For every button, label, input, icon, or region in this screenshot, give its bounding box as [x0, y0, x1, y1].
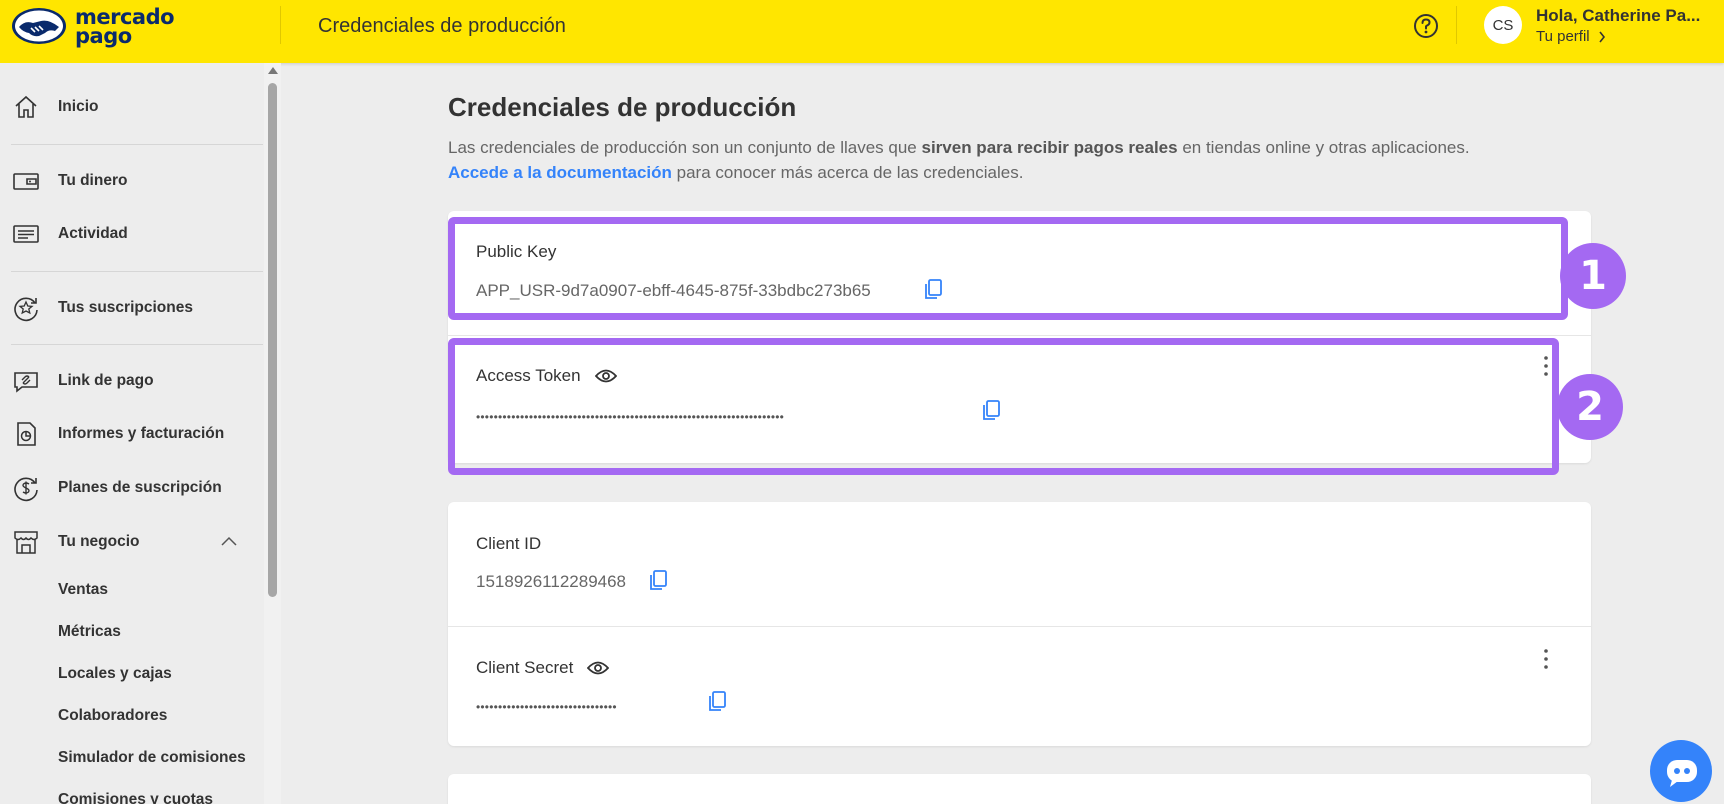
sidebar-item-label: Tu dinero: [58, 172, 128, 189]
logo-text: mercado pago: [75, 5, 175, 48]
divider: [1456, 6, 1457, 44]
chevron-up-icon[interactable]: [221, 536, 237, 546]
profile-link-label: Tu perfil: [1536, 28, 1590, 45]
wallet-icon: [13, 173, 39, 190]
sidebar-item-tu-negocio[interactable]: Tu negocio: [0, 522, 265, 562]
divider: [11, 144, 263, 145]
divider: [280, 6, 281, 44]
top-bar: mercado pago Credenciales de producción …: [0, 0, 1724, 63]
chat-button[interactable]: [1650, 740, 1712, 802]
client-credentials-card: Client ID 1518926112289468 Client Secret…: [448, 502, 1591, 746]
home-icon: [15, 95, 37, 118]
dollar-refresh-icon: [14, 477, 38, 502]
eye-icon[interactable]: [587, 660, 610, 676]
star-refresh-icon: [14, 297, 38, 322]
sidebar-item-inicio[interactable]: Inicio: [0, 87, 265, 127]
sidebar-item-informes[interactable]: Informes y facturación: [0, 414, 265, 454]
sidebar-item-label: Planes de suscripción: [58, 479, 222, 496]
sidebar-item-tus-suscripciones[interactable]: Tus suscripciones: [0, 288, 265, 328]
sidebar-item-label: Inicio: [58, 98, 99, 115]
sidebar-subitem-colaboradores[interactable]: Colaboradores: [58, 707, 167, 725]
page-title: Credenciales de producción: [448, 92, 797, 122]
divider: [448, 335, 1591, 336]
chat-bot-icon: [1667, 760, 1697, 787]
client-secret-value: ••••••••••••••••••••••••••••••••: [476, 700, 617, 714]
sidebar-subitem-ventas[interactable]: Ventas: [58, 581, 108, 599]
sidebar-item-planes[interactable]: Planes de suscripción: [0, 468, 265, 508]
mercado-pago-logo[interactable]: mercado pago: [11, 5, 175, 50]
sidebar: Inicio Tu dinero Actividad Tus suscripci…: [0, 63, 281, 804]
help-icon[interactable]: [1413, 13, 1439, 39]
profile-link[interactable]: Tu perfil: [1536, 28, 1606, 45]
report-icon: [17, 422, 36, 446]
header-title: Credenciales de producción: [318, 15, 566, 37]
sidebar-item-label: Tu negocio: [58, 533, 140, 550]
list-icon: [13, 225, 39, 243]
chevron-right-icon: [1599, 31, 1605, 42]
annotation-badge-1: 1: [1560, 243, 1626, 309]
more-options-icon[interactable]: [1541, 648, 1551, 670]
scroll-up-arrow-icon[interactable]: [268, 67, 278, 74]
additional-card: [448, 774, 1591, 804]
handshake-logo-icon: [12, 8, 66, 44]
sidebar-item-actividad[interactable]: Actividad: [0, 214, 265, 254]
sidebar-item-link-de-pago[interactable]: Link de pago: [0, 361, 265, 401]
sidebar-subitem-comisiones[interactable]: Comisiones y cuotas: [58, 791, 213, 804]
divider: [11, 344, 263, 345]
client-secret-label: Client Secret: [476, 658, 610, 678]
sidebar-item-label: Informes y facturación: [58, 425, 225, 442]
sidebar-item-tu-dinero[interactable]: Tu dinero: [0, 161, 265, 201]
highlight-box-public-key: [448, 217, 1568, 320]
divider: [448, 626, 1591, 627]
client-id-value: 1518926112289468: [476, 572, 627, 591]
sidebar-item-label: Actividad: [58, 225, 128, 242]
divider: [11, 271, 263, 272]
sidebar-subitem-locales[interactable]: Locales y cajas: [58, 665, 172, 683]
copy-icon[interactable]: [646, 568, 670, 592]
sidebar-scrollbar[interactable]: [264, 63, 281, 804]
link-chat-icon: [14, 372, 38, 393]
scroll-thumb[interactable]: [268, 83, 277, 597]
sidebar-item-label: Tus suscripciones: [58, 299, 193, 316]
page-description: Las credenciales de producción son un co…: [448, 138, 1470, 182]
documentation-link[interactable]: Accede a la documentación: [448, 163, 672, 182]
sidebar-item-label: Link de pago: [58, 372, 154, 389]
highlight-box-access-token: [448, 338, 1559, 475]
sidebar-subitem-simulador[interactable]: Simulador de comisiones: [58, 749, 246, 767]
user-greeting[interactable]: Hola, Catherine Pa...: [1536, 6, 1700, 26]
avatar[interactable]: CS: [1484, 6, 1522, 44]
sidebar-subitem-metricas[interactable]: Métricas: [58, 623, 121, 641]
copy-icon[interactable]: [705, 689, 729, 713]
annotation-badge-2: 2: [1557, 374, 1623, 440]
store-icon: [14, 531, 38, 554]
client-id-label: Client ID: [476, 534, 542, 553]
